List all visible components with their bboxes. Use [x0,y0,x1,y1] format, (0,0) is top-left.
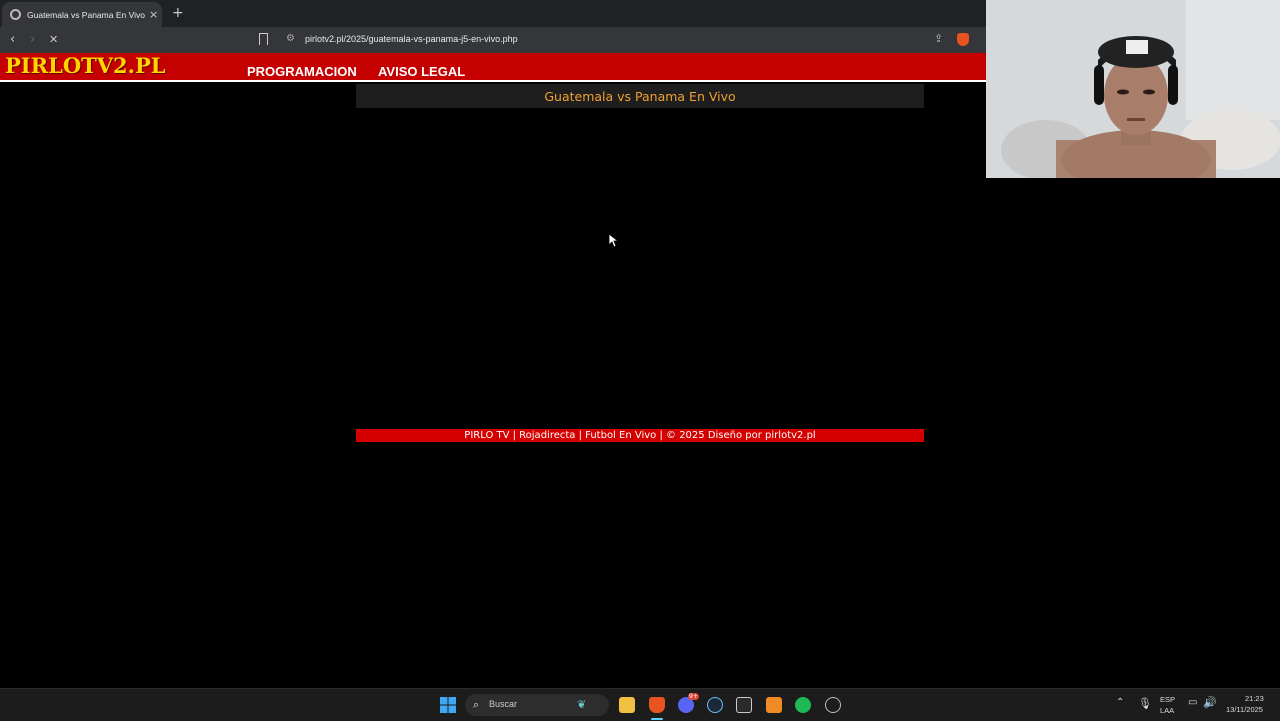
site-info-icon[interactable]: ⚙ [286,33,295,44]
tab-close-icon[interactable]: × [149,8,158,21]
windows-taskbar: ⌕ Buscar ❦ 9+ ⌃ 🎙 ESP LAA ▭ 🔊 21:23 13/1… [0,688,1280,721]
mouse-cursor-icon [608,233,620,252]
network-icon[interactable]: ▭ [1188,697,1197,708]
volume-icon[interactable]: 🔊 [1203,696,1217,709]
menu-aviso-legal[interactable]: AVISO LEGAL [378,64,465,79]
app-circle-icon[interactable] [825,697,841,713]
site-logo[interactable]: PIRLOTV2.PL [5,53,166,78]
new-tab-button[interactable]: + [172,5,184,21]
tab-title: Guatemala vs Panama En Vivo | I [27,9,145,20]
forward-button[interactable]: › [30,32,35,47]
browser-toolbar: ‹ › ✕ ⚙ pirlotv2.pl/2025/guatemala-vs-pa… [0,27,986,53]
browser-tabstrip: Guatemala vs Panama En Vivo | I × + [0,0,986,27]
back-button[interactable]: ‹ [10,32,15,47]
clock-date[interactable]: 13/11/2025 [1226,705,1263,714]
windows-start-icon[interactable] [440,697,456,713]
keyboard-layout[interactable]: LAA [1160,706,1174,715]
menu-programacion[interactable]: PROGRAMACION [247,64,357,79]
address-bar[interactable]: pirlotv2.pl/2025/guatemala-vs-panama-j5-… [305,34,518,44]
epic-games-icon[interactable] [736,697,752,713]
tab-favicon-icon [10,9,21,20]
taskbar-search[interactable]: ⌕ Buscar ❦ [465,694,609,716]
stop-loading-button[interactable]: ✕ [49,33,58,46]
search-highlight-icon: ❦ [577,698,587,711]
brave-browser-icon[interactable] [649,697,665,713]
brave-shields-icon[interactable] [957,33,969,46]
clock-time[interactable]: 21:23 [1245,694,1264,703]
search-icon: ⌕ [473,698,480,711]
spotify-icon[interactable] [795,697,811,713]
share-icon[interactable]: ⇪ [934,32,943,45]
match-title: Guatemala vs Panama En Vivo [356,84,924,108]
bookmark-icon[interactable] [259,33,268,45]
browser-tab[interactable]: Guatemala vs Panama En Vivo | I × [2,2,162,27]
steam-icon[interactable] [707,697,723,713]
microphone-icon[interactable]: 🎙 [1138,697,1152,710]
site-footer: PIRLO TV | Rojadirecta | Futbol En Vivo … [356,429,924,442]
language-code[interactable]: ESP [1160,695,1175,704]
webcam-overlay [986,0,1280,178]
app-orange-icon[interactable] [766,697,782,713]
tray-chevron-icon[interactable]: ⌃ [1116,697,1124,708]
file-explorer-icon[interactable] [619,697,635,713]
search-placeholder: Buscar [489,699,518,709]
site-header: PIRLOTV2.PL PROGRAMACION AVISO LEGAL [0,53,986,82]
discord-badge: 9+ [688,693,699,700]
